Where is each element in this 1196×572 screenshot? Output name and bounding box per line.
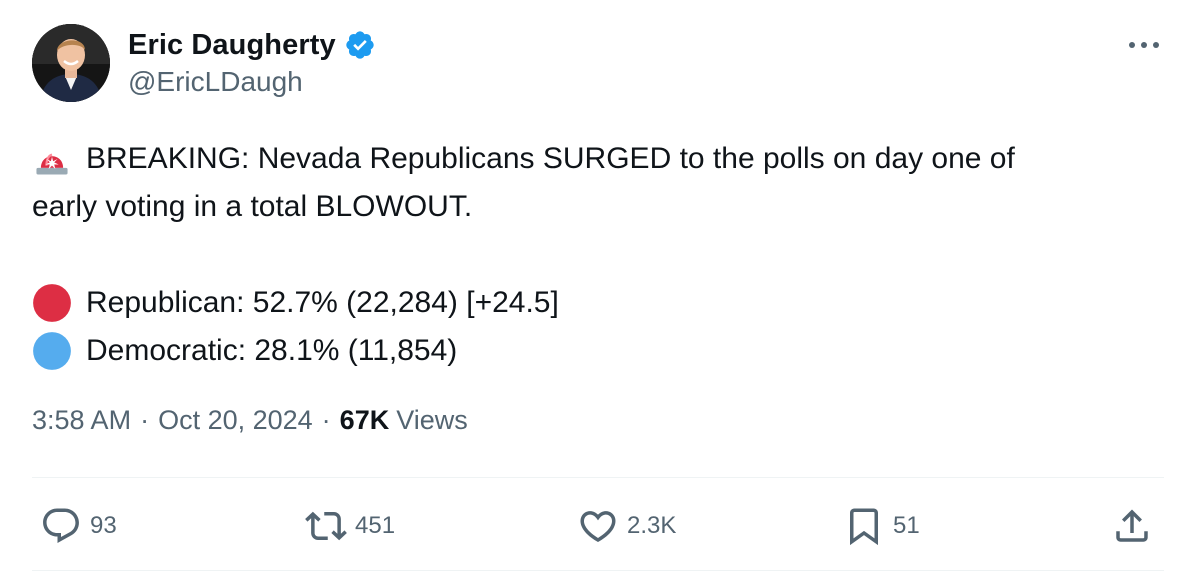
tweet-line: Republican: 52.7% (22,284) [+24.5] (32, 279, 1172, 327)
reply-count: 93 (90, 512, 117, 539)
tweet-meta: 3:58 AM · Oct 20, 2024 · 67K Views (32, 405, 468, 436)
tweet-date[interactable]: Oct 20, 2024 (158, 405, 313, 436)
author-avatar[interactable] (32, 24, 110, 102)
tweet-card: Eric Daugherty @EricLDaugh BREAKING: Nev… (0, 0, 1196, 572)
reply-icon (43, 508, 79, 543)
more-dots-icon (1129, 42, 1159, 48)
tweet-line-text: early voting in a total BLOWOUT. (32, 190, 473, 223)
bookmark-count: 51 (893, 512, 920, 539)
divider (32, 477, 1164, 478)
retweet-button[interactable]: 451 (305, 505, 395, 547)
red-circle-icon (32, 283, 72, 323)
tweet-line: early voting in a total BLOWOUT. (32, 183, 1172, 231)
bookmark-icon (850, 508, 878, 546)
author-name[interactable]: Eric Daugherty (128, 29, 336, 62)
divider (32, 570, 1164, 571)
share-button[interactable] (1111, 505, 1153, 547)
views-label[interactable]: Views (396, 405, 468, 436)
blue-circle-icon (32, 331, 72, 371)
rotating-light-icon (32, 139, 72, 179)
tweet-line: BREAKING: Nevada Republicans SURGED to t… (32, 135, 1172, 183)
share-icon (1116, 509, 1148, 542)
tweet-line-text: Democratic: 28.1% (11,854) (86, 334, 458, 367)
retweet-count: 451 (355, 512, 396, 539)
meta-separator: · (140, 405, 150, 435)
author-name-row: Eric Daugherty (128, 26, 376, 64)
author-handle[interactable]: @EricLDaugh (128, 66, 303, 98)
more-options-button[interactable] (1124, 30, 1164, 60)
tweet-time[interactable]: 3:58 AM (32, 405, 131, 436)
reply-button[interactable]: 93 (40, 505, 117, 547)
like-count: 2.3K (627, 512, 677, 539)
avatar-image (32, 24, 110, 102)
bookmark-button[interactable]: 51 (843, 505, 920, 547)
verified-badge-icon[interactable] (344, 29, 376, 61)
retweet-icon (305, 511, 347, 541)
tweet-line-text: Republican: 52.7% (22,284) [+24.5] (86, 286, 559, 319)
tweet-text: BREAKING: Nevada Republicans SURGED to t… (32, 135, 1172, 375)
heart-icon (580, 511, 616, 543)
meta-separator: · (321, 405, 331, 435)
tweet-line-text: BREAKING: Nevada Republicans SURGED to t… (86, 142, 1015, 175)
like-button[interactable]: 2.3K (577, 505, 676, 547)
views-count[interactable]: 67K (340, 405, 390, 436)
tweet-line: Democratic: 28.1% (11,854) (32, 327, 1172, 375)
